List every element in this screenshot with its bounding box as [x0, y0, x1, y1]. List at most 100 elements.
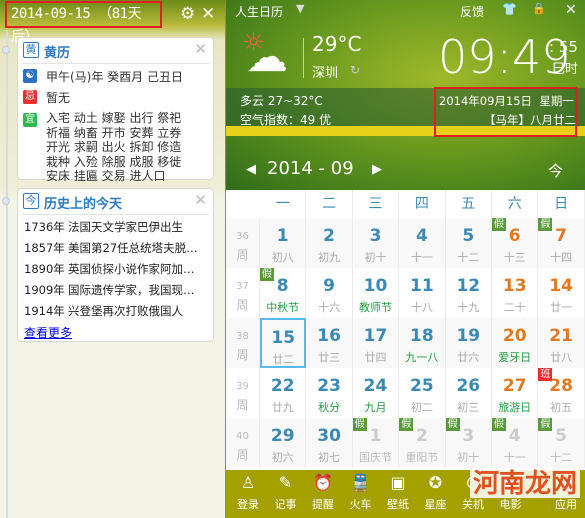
- day-cell[interactable]: 13 二十: [492, 268, 539, 318]
- day-cell[interactable]: 27 旅游日: [492, 368, 539, 418]
- day-cell[interactable]: 8 中秋节假: [260, 268, 307, 318]
- ji-badge: 忌: [23, 90, 37, 104]
- close-icon[interactable]: ✕: [194, 40, 207, 58]
- history-item[interactable]: 1890年 英国侦探小说作家阿加…: [18, 259, 213, 280]
- city[interactable]: 深圳: [312, 62, 338, 81]
- lunar-label: 十六: [318, 301, 341, 314]
- day-cell[interactable]: 24 九月: [352, 368, 400, 418]
- lunar-label: 十八: [410, 301, 433, 314]
- day-cell[interactable]: 30 初七: [306, 418, 353, 468]
- day-cell[interactable]: 16 廿三: [306, 318, 353, 368]
- full-date: 2014年09月15日 星期一: [439, 94, 574, 108]
- day-cell[interactable]: 2 重阳节假: [399, 418, 446, 468]
- today-button[interactable]: 今: [548, 160, 563, 181]
- day-number: 14: [549, 276, 573, 296]
- close-icon[interactable]: ✕: [201, 4, 215, 24]
- close-icon[interactable]: ✕: [565, 2, 577, 18]
- star-icon: ✪: [428, 473, 443, 492]
- day-cell[interactable]: 7 十四假: [538, 218, 585, 268]
- toolbar-image-button[interactable]: ▣ 壁纸: [380, 470, 416, 512]
- view-more-link[interactable]: 查看更多: [18, 326, 72, 340]
- weekday-header: 四: [399, 190, 446, 218]
- day-cell[interactable]: 2 初九: [306, 218, 353, 268]
- lock-icon[interactable]: 🔒: [532, 2, 546, 15]
- day-cell[interactable]: 29 初六: [260, 418, 307, 468]
- day-cell[interactable]: 9 十六: [306, 268, 353, 318]
- lunar-label: 廿九: [271, 401, 294, 414]
- day-number: 2: [323, 226, 335, 246]
- day-cell[interactable]: 19 廿六: [445, 318, 492, 368]
- note-icon: ✎: [278, 473, 293, 492]
- history-item[interactable]: 1736年 法国天文学家巴伊出生: [18, 217, 213, 238]
- timeline-line: [6, 30, 8, 518]
- day-cell[interactable]: 28 初五班: [538, 368, 585, 418]
- lunar-label: 旅游日: [498, 401, 532, 414]
- day-number: 13: [502, 276, 527, 296]
- close-icon[interactable]: ✕: [194, 191, 207, 209]
- train-icon: 🚆: [350, 473, 371, 492]
- lunar-label: 初三: [457, 401, 480, 414]
- day-cell[interactable]: 23 秋分: [306, 368, 353, 418]
- history-item[interactable]: 1914年 兴登堡再次打败俄国人: [18, 301, 213, 322]
- toolbar-alarm-button[interactable]: ⏰ 提醒: [305, 470, 341, 512]
- day-cell[interactable]: 1 国庆节假: [352, 418, 400, 468]
- day-cell[interactable]: 3 初十假: [445, 418, 492, 468]
- day-cell[interactable]: 1 初八: [260, 218, 307, 268]
- day-cell[interactable]: 25 初二: [399, 368, 446, 418]
- toolbar-star-button[interactable]: ✪ 星座: [418, 470, 454, 512]
- next-month-icon[interactable]: ▶: [372, 162, 382, 177]
- day-cell[interactable]: 4 十一假: [492, 418, 539, 468]
- menu-dropdown-icon[interactable]: ▼: [296, 2, 304, 15]
- day-number: 18: [410, 326, 434, 346]
- day-cell[interactable]: 5 十二假: [538, 418, 585, 468]
- skin-icon[interactable]: 👕: [502, 2, 517, 16]
- lunar-label: 十三: [503, 251, 526, 264]
- lunar-label: 十一: [503, 451, 526, 464]
- day-cell[interactable]: 20 爱牙日: [492, 318, 539, 368]
- left-panel: 2014-09-15 （81天后） ⚙ ✕ 黄黄历 ✕ ☯ 甲午(马)年 癸酉月 己…: [0, 0, 226, 518]
- lunar-label: 廿八: [550, 351, 573, 364]
- week-number: 40 周: [226, 418, 260, 468]
- header: 人生日历 ▼ 反馈 👕 🔒 ✕ ☼ ☁ 29°C 深圳 ↻ 多云 27~32°C…: [226, 0, 585, 190]
- yi-line: 祈福 纳畜 开市 安葬 立券: [46, 125, 182, 140]
- day-cell[interactable]: 17 廿四: [352, 318, 400, 368]
- toolbar-user-button[interactable]: ♙ 登录: [230, 470, 266, 512]
- holiday-badge: 假: [399, 418, 414, 431]
- history-item[interactable]: 1857年 美国第27任总统塔夫脱…: [18, 238, 213, 259]
- day-cell[interactable]: 18 九一八: [399, 318, 446, 368]
- history-item[interactable]: 1909年 国际遗传学家，我国现…: [18, 280, 213, 301]
- feedback-button[interactable]: 反馈: [460, 3, 484, 20]
- huangli-title[interactable]: 黄历: [44, 42, 70, 61]
- day-cell[interactable]: 10 教师节: [352, 268, 400, 318]
- day-cell[interactable]: 3 初十: [352, 218, 400, 268]
- day-number: 16: [317, 326, 341, 346]
- gear-icon[interactable]: ⚙: [180, 4, 195, 24]
- toolbar-train-button[interactable]: 🚆 火车: [343, 470, 379, 512]
- week-number: 38 周: [226, 318, 260, 368]
- day-cell[interactable]: 12 十九: [445, 268, 492, 318]
- day-cell[interactable]: 26 初三: [445, 368, 492, 418]
- weekday-header: 五: [446, 190, 492, 218]
- holiday-badge: 假: [492, 418, 506, 431]
- holiday-badge: 假: [538, 418, 553, 431]
- calendar-window: 人生日历 ▼ 反馈 👕 🔒 ✕ ☼ ☁ 29°C 深圳 ↻ 多云 27~32°C…: [226, 0, 585, 518]
- history-title[interactable]: 历史上的今天: [44, 193, 122, 212]
- day-cell[interactable]: 11 十八: [399, 268, 446, 318]
- lunar-label: 初二: [410, 401, 433, 414]
- day-cell[interactable]: 5 十二: [445, 218, 492, 268]
- day-cell[interactable]: 15 廿二: [260, 318, 307, 368]
- lunar-label: 九一八: [405, 351, 439, 364]
- toolbar-note-button[interactable]: ✎ 记事: [268, 470, 304, 512]
- lunar-label: 爱牙日: [498, 351, 532, 364]
- refresh-icon[interactable]: ↻: [350, 63, 360, 77]
- day-cell[interactable]: 21 廿八: [538, 318, 585, 368]
- lunar-label: 廿六: [457, 351, 480, 364]
- day-cell[interactable]: 6 十三假: [492, 218, 539, 268]
- day-cell[interactable]: 4 十一: [399, 218, 446, 268]
- day-cell[interactable]: 22 廿九: [260, 368, 307, 418]
- prev-month-icon[interactable]: ◀: [246, 162, 256, 177]
- week-number: 36 周: [226, 218, 260, 268]
- weekday-header: 日: [538, 190, 585, 218]
- lunar-label: 初五: [550, 401, 573, 414]
- day-cell[interactable]: 14 廿一: [538, 268, 585, 318]
